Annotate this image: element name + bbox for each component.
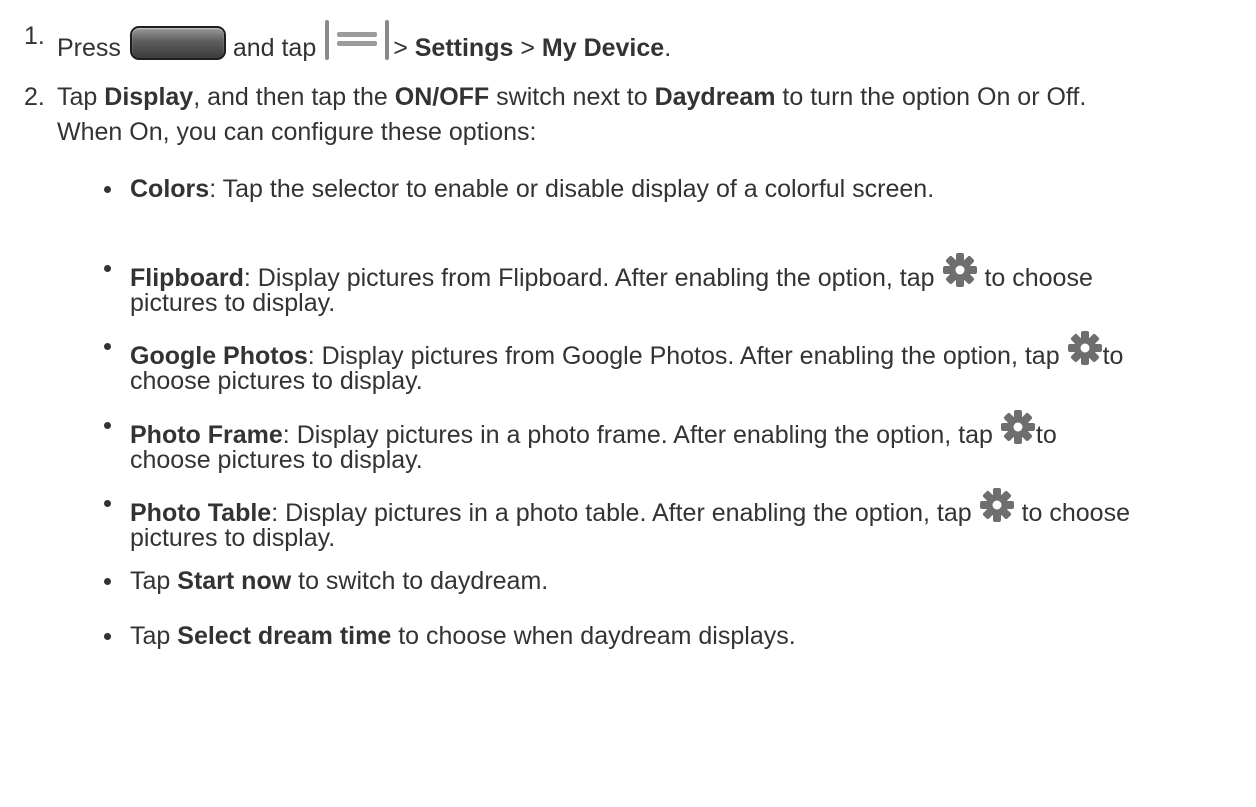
gear-icon	[942, 252, 978, 288]
bullet	[104, 265, 111, 272]
option-name: Start now	[177, 567, 292, 595]
step-text: switch next to	[496, 83, 648, 111]
settings-label: Settings	[414, 34, 514, 62]
step-number: 2.	[24, 83, 45, 111]
step-text: >	[393, 34, 408, 62]
option-select-dream-time: Tap Select dream time to choose when day…	[130, 620, 796, 652]
option-text: : Display pictures from Flipboard. After…	[243, 264, 935, 292]
step-2-line-1: Tap Display, and then tap the ON/OFF swi…	[57, 81, 1086, 113]
step-number: 1.	[24, 22, 45, 50]
bullet	[104, 422, 111, 429]
option-text: to	[1102, 342, 1124, 370]
option-text: to choose	[984, 264, 1093, 292]
document-page: 1. Press and tap > Settings > My Device.…	[0, 0, 1256, 807]
option-name: Select dream time	[177, 622, 392, 650]
step-text: , and then tap the	[193, 83, 388, 111]
option-photo-table-line-2: pictures to display.	[130, 524, 336, 552]
step-text: to turn the option On or Off.	[782, 83, 1087, 111]
option-text: Tap	[130, 622, 171, 650]
option-photo-frame-line-2: choose pictures to display.	[130, 446, 423, 474]
bullet	[104, 500, 111, 507]
step-text: >	[520, 34, 535, 62]
bullet	[104, 186, 111, 193]
step-2-line-2: When On, you can configure these options…	[57, 118, 537, 146]
option-text: to switch to daydream.	[298, 567, 549, 595]
display-label: Display	[104, 83, 194, 111]
option-colors: Colors: Tap the selector to enable or di…	[130, 173, 934, 205]
option-start-now: Tap Start now to switch to daydream.	[130, 565, 548, 597]
home-key-icon	[129, 26, 226, 60]
step-text: .	[664, 34, 672, 62]
option-google-photos-line-2: choose pictures to display.	[130, 367, 423, 395]
gear-icon	[979, 487, 1015, 523]
bullet	[104, 343, 111, 350]
option-text: to choose	[1021, 499, 1130, 527]
step-text: and tap	[232, 34, 317, 62]
my-device-label: My Device	[541, 34, 665, 62]
bullet	[104, 633, 111, 640]
option-text: to	[1035, 421, 1057, 449]
option-name: Colors	[130, 175, 210, 203]
option-text: : Tap the selector to enable or disable …	[209, 175, 935, 203]
option-text: Tap	[130, 567, 171, 595]
gear-icon	[1067, 330, 1103, 366]
option-text: to choose when daydream displays.	[398, 622, 796, 650]
gear-icon	[1000, 409, 1036, 445]
step-text: Tap	[57, 83, 98, 111]
option-text: : Display pictures in a photo table. Aft…	[271, 499, 972, 527]
daydream-label: Daydream	[654, 83, 776, 111]
step-1-text: Press and tap > Settings > My Device.	[57, 20, 671, 64]
bullet	[104, 578, 111, 585]
option-flipboard-line-2: pictures to display.	[130, 289, 336, 317]
step-text: Press	[57, 34, 121, 62]
on-off-label: ON/OFF	[394, 83, 490, 111]
menu-key-icon	[325, 20, 390, 60]
